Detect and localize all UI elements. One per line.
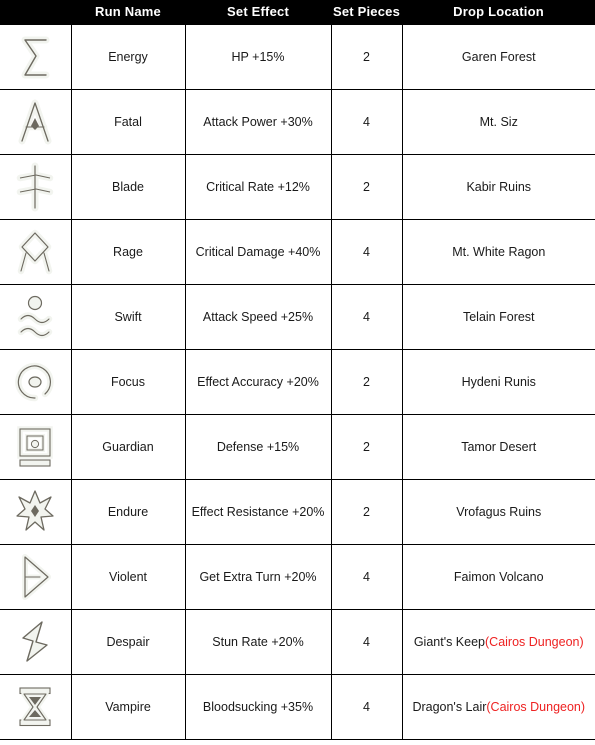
set-pieces-cell: 4 — [330, 609, 403, 675]
rune-name-cell: Vampire — [70, 674, 186, 740]
guardian-rune-icon — [12, 421, 58, 473]
energy-rune-icon — [12, 31, 58, 83]
header-set-pieces: Set Pieces — [331, 0, 402, 25]
table-row: Rage Critical Damage +40% 4 Mt. White Ragon — [0, 219, 595, 285]
set-effect-cell: Effect Resistance +20% — [184, 479, 332, 545]
drop-location-text: Kabir Ruins — [466, 180, 532, 194]
focus-rune-icon — [12, 356, 58, 408]
table-row: Violent Get Extra Turn +20% 4 Faimon Volcan… — [0, 544, 595, 610]
rune-name-cell: Endure — [70, 479, 186, 545]
set-pieces-cell: 2 — [330, 479, 403, 545]
set-pieces-cell: 4 — [330, 219, 403, 285]
rune-name-cell: Fatal — [70, 89, 186, 155]
table-row: Focus Effect Accuracy +20% 2 Hydeni Runis — [0, 349, 595, 415]
rune-icon-cell — [0, 284, 72, 350]
drop-location-text: Hydeni Runis — [461, 375, 536, 389]
set-pieces-cell: 2 — [330, 414, 403, 480]
drop-location-text: Faimon Volcano — [453, 570, 544, 584]
set-effect-cell: Critical Damage +40% — [184, 219, 332, 285]
fatal-rune-icon — [12, 96, 58, 148]
set-pieces-cell: 2 — [330, 24, 403, 90]
rune-name-cell: Violent — [70, 544, 186, 610]
set-effect-cell: Critical Rate +12% — [184, 154, 332, 220]
drop-location-text: Garen Forest — [461, 50, 536, 64]
rune-name-cell: Guardian — [70, 414, 186, 480]
set-effect-cell: Effect Accuracy +20% — [184, 349, 332, 415]
table-row: Swift Attack Speed +25% 4 Telain Forest — [0, 284, 595, 350]
rune-set-table: Run Name Set Effect Set Pieces Drop Loca… — [0, 0, 595, 740]
set-pieces-cell: 2 — [330, 154, 403, 220]
table-row: Fatal Attack Power +30% 4 Mt. Siz — [0, 89, 595, 155]
drop-location-text: Giant's Keep — [413, 635, 485, 649]
drop-location-cell: Mt. White Ragon — [401, 219, 595, 285]
drop-location-cell: Garen Forest — [401, 24, 595, 90]
header-set-effect: Set Effect — [185, 0, 331, 25]
blade-rune-icon — [12, 161, 58, 213]
set-effect-cell: Attack Power +30% — [184, 89, 332, 155]
drop-location-cell: Telain Forest — [401, 284, 595, 350]
drop-location-text: Mt. White Ragon — [452, 245, 546, 259]
drop-location-text: Dragon's Lair — [412, 700, 487, 714]
set-effect-cell: Defense +15% — [184, 414, 332, 480]
set-pieces-cell: 2 — [330, 349, 403, 415]
table-row: Energy HP +15% 2 Garen Forest — [0, 24, 595, 90]
rune-icon-cell — [0, 479, 72, 545]
drop-location-cell: Kabir Ruins — [401, 154, 595, 220]
rune-name-cell: Blade — [70, 154, 186, 220]
header-drop-location: Drop Location — [402, 0, 595, 25]
drop-location-cell: Mt. Siz — [401, 89, 595, 155]
rune-icon-cell — [0, 24, 72, 90]
table-row: Guardian Defense +15% 2 Tamor Desert — [0, 414, 595, 480]
endure-rune-icon — [12, 486, 58, 538]
drop-location-text: Tamor Desert — [461, 440, 537, 454]
set-pieces-cell: 4 — [330, 544, 403, 610]
vampire-rune-icon — [12, 681, 58, 733]
rune-name-cell: Swift — [70, 284, 186, 350]
table-header: Run Name Set Effect Set Pieces Drop Loca… — [0, 0, 595, 25]
drop-location-cell: Faimon Volcano — [401, 544, 595, 610]
rune-icon-cell — [0, 349, 72, 415]
drop-location-note: (Cairos Dungeon) — [485, 635, 584, 649]
set-effect-cell: HP +15% — [184, 24, 332, 90]
set-effect-cell: Bloodsucking +35% — [184, 674, 332, 740]
rune-name-cell: Despair — [70, 609, 186, 675]
rune-icon-cell — [0, 544, 72, 610]
set-effect-cell: Attack Speed +25% — [184, 284, 332, 350]
rage-rune-icon — [12, 226, 58, 278]
swift-rune-icon — [12, 291, 58, 343]
rune-icon-cell — [0, 89, 72, 155]
despair-rune-icon — [12, 616, 58, 668]
rune-icon-cell — [0, 154, 72, 220]
drop-location-text: Vrofagus Ruins — [456, 505, 542, 519]
rune-icon-cell — [0, 414, 72, 480]
rune-name-cell: Energy — [70, 24, 186, 90]
drop-location-text: Mt. Siz — [479, 115, 518, 129]
drop-location-cell: Dragon's Lair(Cairos Dungeon) — [401, 674, 595, 740]
set-effect-cell: Get Extra Turn +20% — [184, 544, 332, 610]
rune-icon-cell — [0, 674, 72, 740]
set-pieces-cell: 4 — [330, 284, 403, 350]
table-row: Endure Effect Resistance +20% 2 Vrofagus Ru… — [0, 479, 595, 545]
rune-icon-cell — [0, 219, 72, 285]
drop-location-cell: Giant's Keep(Cairos Dungeon) — [401, 609, 595, 675]
drop-location-cell: Tamor Desert — [401, 414, 595, 480]
set-pieces-cell: 4 — [330, 89, 403, 155]
drop-location-cell: Vrofagus Ruins — [401, 479, 595, 545]
set-effect-cell: Stun Rate +20% — [184, 609, 332, 675]
rune-name-cell: Focus — [70, 349, 186, 415]
table-row: Despair Stun Rate +20% 4 Giant's Keep(Cairo… — [0, 609, 595, 675]
violent-rune-icon — [12, 551, 58, 603]
header-row: Run Name Set Effect Set Pieces Drop Loca… — [0, 0, 595, 25]
rune-name-cell: Rage — [70, 219, 186, 285]
rune-icon-cell — [0, 609, 72, 675]
header-run-name: Run Name — [71, 0, 185, 25]
table-row: Blade Critical Rate +12% 2 Kabir Ruins — [0, 154, 595, 220]
table-row: Vampire Bloodsucking +35% 4 Dragon's Lair(C… — [0, 674, 595, 740]
drop-location-note: (Cairos Dungeon) — [486, 700, 586, 714]
drop-location-cell: Hydeni Runis — [401, 349, 595, 415]
set-pieces-cell: 4 — [330, 674, 403, 740]
header-icon-column — [0, 0, 71, 25]
drop-location-text: Telain Forest — [462, 310, 535, 324]
table-body: Energy HP +15% 2 Garen Forest Fatal Attack Po… — [0, 24, 595, 740]
